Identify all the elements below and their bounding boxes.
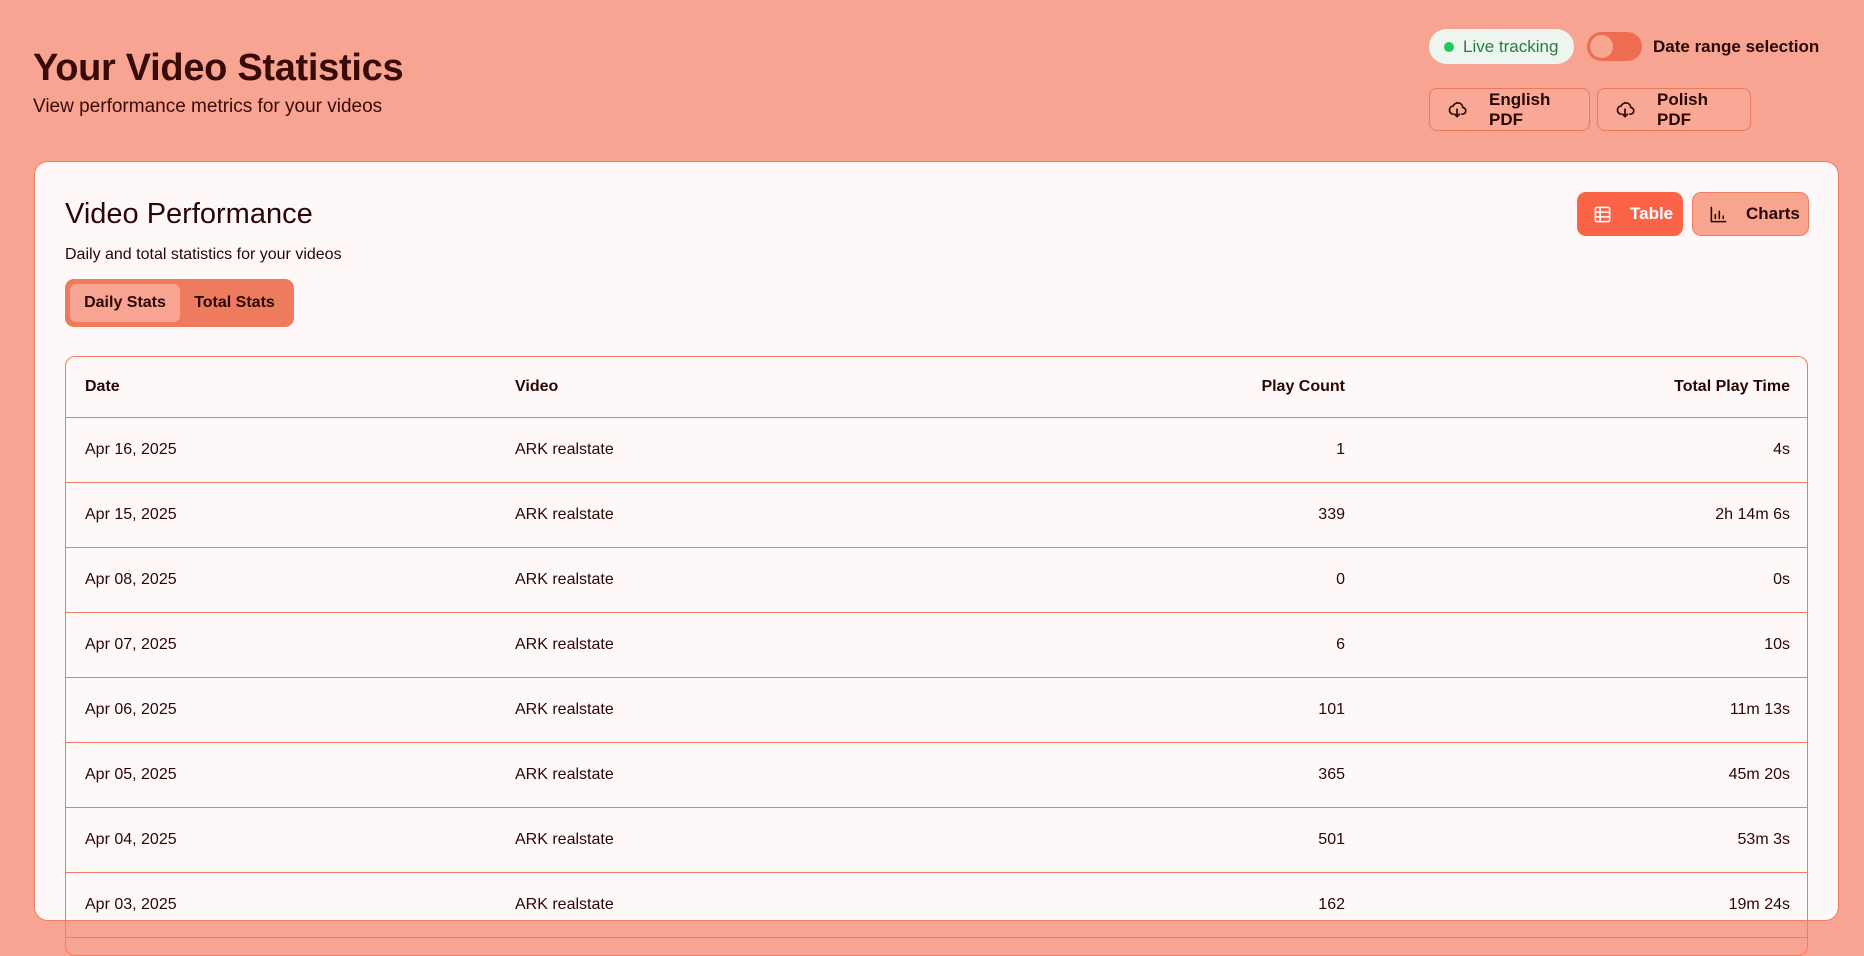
cell-play-count: 1 [956,417,1364,483]
cell-date: Apr 15, 2025 [66,482,496,548]
cloud-download-icon [1615,100,1635,120]
charts-view-button[interactable]: Charts [1692,192,1809,236]
cell-total-play-time: 53m 3s [1364,807,1807,873]
cell-video: ARK realstate [496,547,956,613]
polish-pdf-button[interactable]: Polish PDF [1597,88,1751,131]
cell-date: Apr 07, 2025 [66,612,496,678]
cell-date: Apr 05, 2025 [66,742,496,808]
cell-play-count: 339 [956,482,1364,548]
cell-total-play-time: 10s [1364,612,1807,678]
cell-video: ARK realstate [496,807,956,873]
cell-total-play-time: 11m 13s [1364,677,1807,743]
cell-play-count: 6 [956,612,1364,678]
cloud-download-icon [1447,100,1467,120]
cell-date: Apr 08, 2025 [66,547,496,613]
cell-play-count: 0 [956,547,1364,613]
live-tracking-badge: Live tracking [1429,29,1575,64]
toggle-knob [1590,35,1613,58]
live-status-dot [1444,41,1454,52]
stats-table: Date Video Play Count Total Play Time Ap… [66,357,1807,938]
bar-chart-icon [1709,205,1728,224]
date-range-label: Date range selection [1653,37,1820,56]
page-title: Your Video Statistics [33,47,404,89]
column-header-video[interactable]: Video [496,357,956,418]
card-title: Video Performance [65,198,313,230]
table-view-label: Table [1630,204,1674,223]
page-header: Your Video Statistics View performance m… [33,44,404,118]
cell-video: ARK realstate [496,612,956,678]
table-row[interactable]: Apr 05, 2025 ARK realstate 365 45m 20s [66,742,1807,808]
live-tracking-label: Live tracking [1463,36,1559,56]
table-view-button[interactable]: Table [1577,192,1683,236]
cell-date: Apr 03, 2025 [66,872,496,938]
cell-play-count: 162 [956,872,1364,938]
english-pdf-label: English PDF [1489,89,1551,129]
table-row[interactable]: Apr 03, 2025 ARK realstate 162 19m 24s [66,872,1807,938]
page-subtitle: View performance metrics for your videos [33,96,383,117]
table-row[interactable]: Apr 15, 2025 ARK realstate 339 2h 14m 6s [66,482,1807,548]
tab-total-stats[interactable]: Total Stats [180,284,289,322]
video-performance-card: Video Performance Daily and total statis… [34,161,1839,956]
cell-video: ARK realstate [496,742,956,808]
english-pdf-button[interactable]: English PDF [1429,88,1590,131]
table-row[interactable]: Apr 16, 2025 ARK realstate 1 4s [66,417,1807,483]
view-toggle: Table Charts [1577,192,1809,236]
cell-total-play-time: 45m 20s [1364,742,1807,808]
charts-view-label: Charts [1746,204,1800,223]
cell-video: ARK realstate [496,482,956,548]
table-grid-icon [1593,205,1612,224]
cell-play-count: 501 [956,807,1364,873]
cell-video: ARK realstate [496,417,956,483]
table-row[interactable]: Apr 06, 2025 ARK realstate 101 11m 13s [66,677,1807,743]
cell-total-play-time: 0s [1364,547,1807,613]
top-controls: Live tracking Date range selection Engli… [1429,29,1839,134]
cell-date: Apr 06, 2025 [66,677,496,743]
table-row[interactable]: Apr 07, 2025 ARK realstate 6 10s [66,612,1807,678]
column-header-date[interactable]: Date [66,357,496,418]
tab-daily-stats[interactable]: Daily Stats [70,284,180,322]
cell-total-play-time: 2h 14m 6s [1364,482,1807,548]
cell-total-play-time: 19m 24s [1364,872,1807,938]
stats-tabs: Daily Stats Total Stats [65,279,294,327]
cell-play-count: 101 [956,677,1364,743]
cell-total-play-time: 4s [1364,417,1807,483]
cell-date: Apr 04, 2025 [66,807,496,873]
date-range-toggle[interactable] [1587,32,1642,61]
cell-date: Apr 16, 2025 [66,417,496,483]
cell-video: ARK realstate [496,872,956,938]
cell-video: ARK realstate [496,677,956,743]
column-header-play-count[interactable]: Play Count [956,357,1364,418]
table-header-row: Date Video Play Count Total Play Time [66,357,1807,418]
stats-table-container: Date Video Play Count Total Play Time Ap… [65,356,1808,956]
table-row[interactable]: Apr 04, 2025 ARK realstate 501 53m 3s [66,807,1807,873]
card-description: Daily and total statistics for your vide… [65,246,342,263]
table-row[interactable]: Apr 08, 2025 ARK realstate 0 0s [66,547,1807,613]
cell-play-count: 365 [956,742,1364,808]
column-header-total-play-time[interactable]: Total Play Time [1364,357,1807,418]
polish-pdf-label: Polish PDF [1657,89,1709,129]
